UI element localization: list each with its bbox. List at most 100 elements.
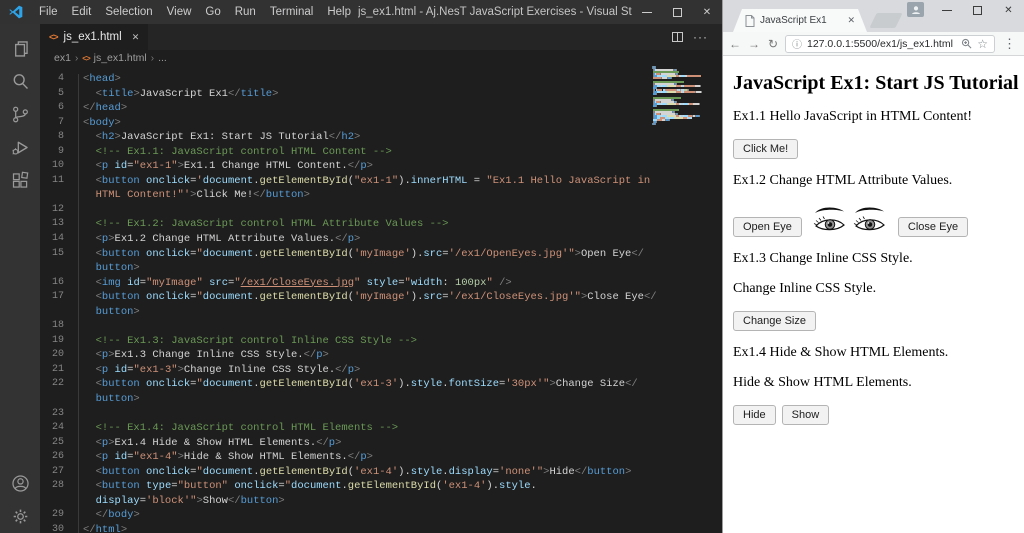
- line-number: 21: [40, 363, 64, 378]
- tab-label: js_ex1.html: [64, 31, 122, 43]
- code-row: 10 <p id="ex1-1">Ex1.1 Change HTML Conte…: [40, 159, 652, 174]
- line-number: [40, 494, 64, 509]
- code-row: 17 <button onclick="document.getElementB…: [40, 290, 652, 305]
- menubar: FileEditSelectionViewGoRunTerminalHelp: [32, 0, 358, 24]
- chevron-right-icon: ›: [151, 53, 154, 64]
- show-button[interactable]: Show: [782, 405, 830, 425]
- bookmark-star-icon[interactable]: ☆: [977, 37, 988, 51]
- menu-item-run[interactable]: Run: [228, 0, 263, 24]
- code-row: 8 <h2>JavaScript Ex1: Start JS Tutorial<…: [40, 130, 652, 145]
- line-number: 18: [40, 319, 64, 334]
- menu-item-edit[interactable]: Edit: [65, 0, 99, 24]
- line-number: 14: [40, 232, 64, 247]
- account-icon[interactable]: [0, 467, 40, 500]
- line-number: 22: [40, 377, 64, 392]
- browser-menu-icon[interactable]: ⋮: [1000, 36, 1019, 52]
- code-row: 29 </body>: [40, 508, 652, 523]
- vscode-window: FileEditSelectionViewGoRunTerminalHelp j…: [0, 0, 722, 533]
- open-eyes-image: [812, 203, 888, 237]
- menu-item-view[interactable]: View: [160, 0, 199, 24]
- more-actions-icon[interactable]: ···: [693, 30, 708, 44]
- menu-item-selection[interactable]: Selection: [98, 0, 159, 24]
- forward-icon[interactable]: →: [747, 37, 761, 51]
- code-row: 26 <p id="ex1-4">Hide & Show HTML Elemen…: [40, 450, 652, 465]
- code-editor[interactable]: 4<head>5 <title>JavaScript Ex1</title>6<…: [40, 66, 722, 533]
- code-row: 20 <p>Ex1.3 Change Inline CSS Style.</p>: [40, 348, 652, 363]
- tab-js-ex1[interactable]: <> js_ex1.html ✕: [40, 24, 148, 50]
- code-row: 18: [40, 319, 652, 334]
- open-eye-button[interactable]: Open Eye: [733, 217, 802, 237]
- html-file-icon: <>: [82, 54, 89, 63]
- hide-button[interactable]: Hide: [733, 405, 776, 425]
- code-row: 13 <!-- Ex1.2: JavaScript control HTML A…: [40, 217, 652, 232]
- new-tab-button[interactable]: [869, 13, 902, 28]
- extensions-icon[interactable]: [0, 164, 40, 197]
- code-row: button>: [40, 305, 652, 320]
- line-number: 20: [40, 348, 64, 363]
- vscode-logo-icon: [8, 4, 24, 20]
- line-number: 7: [40, 116, 64, 131]
- menu-item-terminal[interactable]: Terminal: [263, 0, 320, 24]
- profile-avatar[interactable]: [907, 2, 924, 17]
- line-number: 27: [40, 465, 64, 480]
- ex1-4-text: Ex1.4 Hide & Show HTML Elements.: [733, 345, 1014, 361]
- settings-gear-icon[interactable]: [0, 500, 40, 533]
- browser-toolbar: ← → ↻ ⓘ 127.0.0.1:5500/ex1/js_ex1.html ☆…: [723, 32, 1024, 56]
- line-number: 29: [40, 508, 64, 523]
- browser-tab[interactable]: JavaScript Ex1 ✕: [733, 9, 867, 32]
- browser-titlebar: JavaScript Ex1 ✕ ✕: [723, 0, 1024, 32]
- menu-item-help[interactable]: Help: [320, 0, 358, 24]
- line-number: 15: [40, 247, 64, 262]
- click-me-button[interactable]: Click Me!: [733, 139, 798, 159]
- address-bar[interactable]: ⓘ 127.0.0.1:5500/ex1/js_ex1.html ☆: [785, 35, 995, 53]
- close-button[interactable]: ✕: [993, 0, 1024, 21]
- code-row: 25 <p>Ex1.4 Hide & Show HTML Elements.</…: [40, 436, 652, 451]
- code-row: 30</html>: [40, 523, 652, 533]
- line-number: 12: [40, 203, 64, 218]
- hide-show-row: Hide Show: [733, 405, 1014, 425]
- search-icon[interactable]: [0, 65, 40, 98]
- source-control-icon[interactable]: [0, 98, 40, 131]
- code-row: 21 <p id="ex1-3">Change Inline CSS Style…: [40, 363, 652, 378]
- breadcrumb-item[interactable]: ex1: [54, 52, 71, 64]
- menu-item-go[interactable]: Go: [198, 0, 227, 24]
- zoom-icon[interactable]: [961, 38, 972, 49]
- rendered-page: JavaScript Ex1: Start JS Tutorial Ex1.1 …: [723, 56, 1024, 533]
- code-row: 27 <button onclick="document.getElementB…: [40, 465, 652, 480]
- run-debug-icon[interactable]: [0, 131, 40, 164]
- close-button[interactable]: ✕: [692, 0, 722, 24]
- menu-item-file[interactable]: File: [32, 0, 65, 24]
- back-icon[interactable]: ←: [728, 37, 742, 51]
- chevron-right-icon: ›: [75, 53, 78, 64]
- maximize-button[interactable]: [962, 0, 993, 21]
- breadcrumb-item[interactable]: ...: [158, 52, 167, 64]
- ex1-2-text: Ex1.2 Change HTML Attribute Values.: [733, 173, 1014, 189]
- code-row: 15 <button onclick="document.getElementB…: [40, 247, 652, 262]
- tab-close-icon[interactable]: ✕: [132, 32, 140, 43]
- line-number: 13: [40, 217, 64, 232]
- code-row: 14 <p>Ex1.2 Change HTML Attribute Values…: [40, 232, 652, 247]
- files-icon[interactable]: [0, 32, 40, 65]
- minimize-button[interactable]: [632, 0, 662, 24]
- breadcrumb-item[interactable]: js_ex1.html: [94, 52, 147, 64]
- maximize-button[interactable]: [662, 0, 692, 24]
- code-row: button>: [40, 392, 652, 407]
- minimize-button[interactable]: [931, 0, 962, 21]
- vscode-window-controls: ✕: [632, 0, 722, 24]
- refresh-icon[interactable]: ↻: [766, 37, 780, 51]
- minimap[interactable]: [652, 66, 714, 125]
- code-row: 4<head>: [40, 72, 652, 87]
- split-editor-icon[interactable]: [672, 32, 683, 42]
- browser-tab-close-icon[interactable]: ✕: [847, 15, 855, 26]
- close-eye-button[interactable]: Close Eye: [898, 217, 968, 237]
- editor-actions: ···: [672, 24, 722, 50]
- site-info-icon[interactable]: ⓘ: [792, 36, 802, 51]
- code-row: 24 <!-- Ex1.4: JavaScript control HTML E…: [40, 421, 652, 436]
- code-row: HTML Content!"'>Click Me!</button>: [40, 188, 652, 203]
- code-row: 28 <button type="button" onclick="docume…: [40, 479, 652, 494]
- change-size-button[interactable]: Change Size: [733, 311, 816, 331]
- person-icon: [911, 5, 921, 15]
- window-title: js_ex1.html - Aj.NesT JavaScript Exercis…: [358, 6, 632, 18]
- eye-demo-row: Open Eye Close Eye: [733, 203, 1014, 237]
- page-heading: JavaScript Ex1: Start JS Tutorial: [733, 72, 1014, 95]
